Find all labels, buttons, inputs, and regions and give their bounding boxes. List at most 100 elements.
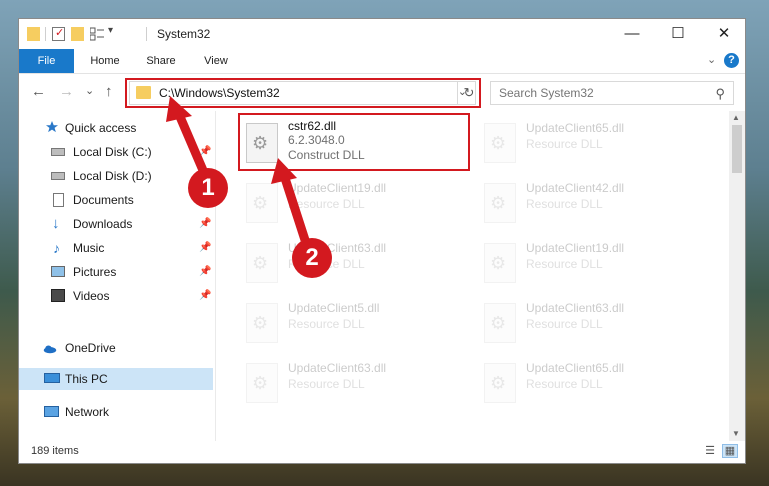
sidebar-item-label: Music [73, 241, 105, 255]
sidebar-item-quick-access[interactable]: Quick access [19, 117, 213, 139]
sidebar-item-network[interactable]: Network [19, 401, 213, 423]
sidebar-item-label: Downloads [73, 217, 133, 231]
sidebar-item-label: Documents [73, 193, 134, 207]
file-list: ⚙ cstr62.dll 6.2.3048.0 Construct DLL ⚙ … [224, 111, 729, 441]
sidebar-item-label: Local Disk (D:) [73, 169, 152, 183]
maximize-button[interactable]: ☐ [655, 19, 701, 49]
drive-icon [51, 148, 65, 156]
dll-file-icon: ⚙ [246, 183, 278, 223]
minimize-button[interactable]: — [609, 19, 655, 49]
file-item[interactable]: ⚙ UpdateClient19.dll Resource DLL [476, 235, 704, 287]
sidebar-item-label: This PC [65, 372, 108, 386]
folder-icon [27, 27, 40, 41]
gear-icon: ⚙ [252, 313, 269, 333]
quick-access-customize-icon[interactable]: ▾ [108, 25, 113, 41]
properties-icon[interactable]: ✓ [52, 27, 65, 41]
recent-locations-button[interactable]: ⌄ [85, 84, 94, 97]
search-box[interactable]: ⚲ [490, 81, 734, 105]
navigation-pane: Quick access Local Disk (C:) 📌 Local Dis… [19, 111, 215, 441]
sidebar-item-onedrive[interactable]: OneDrive [19, 337, 213, 359]
videos-icon [51, 289, 65, 302]
toolbar-divider [45, 27, 46, 41]
tab-view[interactable]: View [193, 49, 239, 73]
file-item[interactable]: ⚙ UpdateClient65.dll Resource DLL [476, 115, 704, 167]
gear-icon: ⚙ [490, 253, 507, 273]
dll-file-icon: ⚙ [484, 363, 516, 403]
gear-icon: ⚙ [490, 193, 507, 213]
address-highlight-box [125, 78, 481, 108]
status-bar: 189 items ☰ ▦ [19, 441, 745, 463]
customize-view-icon[interactable] [89, 27, 104, 41]
pin-icon: 📌 [199, 146, 212, 157]
music-icon: ♪ [53, 240, 60, 256]
file-name: UpdateClient42.dll [526, 181, 625, 195]
network-icon [44, 406, 59, 417]
dll-file-icon: ⚙ [246, 303, 278, 343]
sidebar-item-label: Videos [73, 289, 110, 303]
annotation-badge-2: 2 [292, 238, 332, 278]
file-item[interactable]: ⚙ UpdateClient42.dll Resource DLL [476, 175, 704, 227]
file-item[interactable]: ⚙ UpdateClient65.dll Resource DLL [476, 355, 704, 407]
close-button[interactable]: ✕ [701, 19, 745, 49]
sidebar-item-videos[interactable]: Videos 📌 [19, 285, 213, 307]
file-name: UpdateClient63.dll [288, 361, 387, 375]
tab-file[interactable]: File [19, 49, 74, 73]
pane-divider [215, 111, 216, 441]
file-name: UpdateClient65.dll [526, 121, 625, 135]
new-folder-icon[interactable] [71, 27, 84, 41]
sidebar-item-local-disk-c[interactable]: Local Disk (C:) 📌 [19, 141, 213, 163]
scroll-up-icon[interactable]: ▲ [732, 113, 740, 122]
annotation-badge-1: 1 [188, 168, 228, 208]
search-icon[interactable]: ⚲ [715, 86, 725, 102]
sidebar-item-label: Quick access [65, 121, 137, 135]
drive-icon [51, 172, 65, 180]
file-description: Resource DLL [288, 317, 365, 331]
ribbon-expand-icon[interactable]: ⌄ [707, 53, 716, 66]
window-title: System32 [157, 27, 211, 41]
search-input[interactable] [499, 86, 699, 100]
tab-share[interactable]: Share [136, 49, 186, 73]
up-button[interactable]: ↑ [105, 83, 113, 100]
help-icon[interactable]: ? [724, 53, 739, 68]
star-icon [46, 121, 58, 133]
gear-icon: ⚙ [252, 253, 269, 273]
file-description: Resource DLL [526, 197, 603, 211]
sidebar-item-downloads[interactable]: ↓ Downloads 📌 [19, 213, 213, 235]
file-name: UpdateClient5.dll [288, 301, 380, 315]
file-item[interactable]: ⚙ UpdateClient19.dll Resource DLL [238, 175, 466, 227]
file-explorer-window: ✓ ▾ System32 — ☐ ✕ File Home Share View … [18, 18, 746, 464]
cloud-icon [43, 345, 57, 354]
file-item[interactable]: ⚙ UpdateClient63.dll Resource DLL [238, 235, 466, 287]
file-item[interactable]: ⚙ UpdateClient5.dll Resource DLL [238, 295, 466, 347]
file-description: Resource DLL [526, 377, 603, 391]
sidebar-item-documents[interactable]: Documents 📌 [19, 189, 213, 211]
details-view-icon[interactable]: ☰ [703, 445, 717, 457]
sidebar-item-music[interactable]: ♪ Music 📌 [19, 237, 213, 259]
gear-icon: ⚙ [490, 313, 507, 333]
dll-file-icon: ⚙ [246, 243, 278, 283]
file-item[interactable]: ⚙ UpdateClient63.dll Resource DLL [238, 355, 466, 407]
file-highlight-box [238, 113, 470, 171]
file-item[interactable]: ⚙ UpdateClient63.dll Resource DLL [476, 295, 704, 347]
file-name: UpdateClient65.dll [526, 361, 625, 375]
sidebar-item-local-disk-d[interactable]: Local Disk (D:) [19, 165, 213, 187]
tab-home[interactable]: Home [79, 49, 131, 73]
vertical-scrollbar[interactable]: ▲ ▼ [729, 111, 745, 441]
title-bar: ✓ ▾ System32 — ☐ ✕ [19, 19, 745, 49]
sidebar-item-label: OneDrive [65, 341, 116, 355]
pin-icon: 📌 [199, 218, 212, 229]
dll-file-icon: ⚙ [484, 243, 516, 283]
dll-file-icon: ⚙ [246, 363, 278, 403]
file-description: Resource DLL [288, 197, 365, 211]
scrollbar-thumb[interactable] [732, 125, 742, 173]
scroll-down-icon[interactable]: ▼ [732, 429, 740, 438]
forward-button[interactable]: → [59, 83, 74, 100]
sidebar-item-pictures[interactable]: Pictures 📌 [19, 261, 213, 283]
file-name: UpdateClient63.dll [526, 301, 625, 315]
back-button[interactable]: ← [31, 83, 46, 100]
pin-icon: 📌 [199, 242, 212, 253]
gear-icon: ⚙ [252, 373, 269, 393]
sidebar-item-this-pc[interactable]: This PC [19, 368, 213, 390]
gear-icon: ⚙ [490, 373, 507, 393]
tiles-view-icon[interactable]: ▦ [722, 444, 738, 458]
